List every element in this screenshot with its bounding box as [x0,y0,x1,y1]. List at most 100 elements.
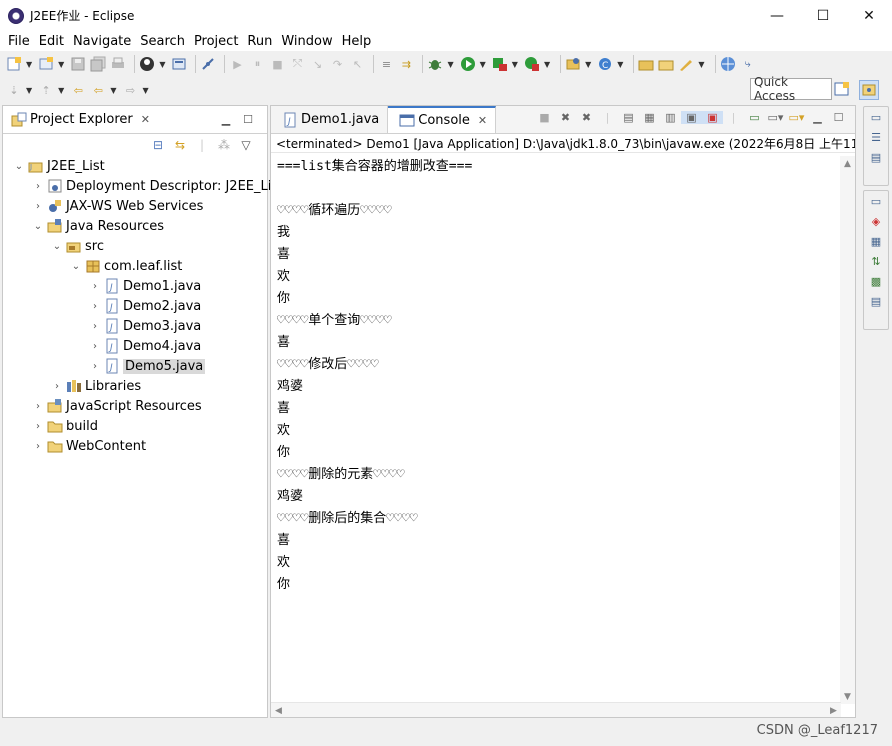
back-icon[interactable]: ⇦ [90,82,106,98]
tree-item[interactable]: ⌄ J J2EE_List [3,156,267,176]
debug-icon[interactable] [427,56,443,72]
chevron-down-icon[interactable]: ▼ [142,86,148,95]
next-annotation-icon[interactable]: ⇣ [6,82,22,98]
forward-icon[interactable]: ⇨ [122,82,138,98]
last-edit-location-icon[interactable]: ⇦ [70,82,86,98]
horizontal-scrollbar[interactable]: ◀ ▶ [271,702,841,717]
menu-run[interactable]: Run [243,34,276,49]
vertical-scrollbar[interactable]: ▲ ▼ [840,156,855,704]
chevron-right-icon[interactable]: › [89,341,101,352]
step-into-icon[interactable]: ↘ [309,56,325,72]
terminate-icon[interactable]: ■ [269,56,285,72]
chevron-right-icon[interactable]: › [32,181,44,192]
chevron-right-icon[interactable]: › [32,401,44,412]
chevron-down-icon[interactable]: ▼ [698,60,704,69]
chevron-right-icon[interactable]: › [89,281,101,292]
scroll-right-icon[interactable]: ▶ [826,703,841,718]
new-java-project-icon[interactable] [565,56,581,72]
tree-item[interactable]: ⌄ src [3,236,267,256]
close-icon[interactable]: ✕ [478,114,487,127]
tree-item[interactable]: ⌄ Java Resources [3,216,267,236]
menu-file[interactable]: File [4,34,34,49]
menu-navigate[interactable]: Navigate [69,34,135,49]
new-icon[interactable] [6,56,22,72]
clear-console-icon[interactable]: ▤ [618,111,639,124]
chevron-down-icon[interactable]: ▼ [617,60,623,69]
minimize-button[interactable]: — [754,0,800,31]
remove-all-terminated-icon[interactable]: ✖ [576,111,597,124]
maximize-view-icon[interactable]: ☐ [828,111,849,124]
chevron-down-icon[interactable]: ▼ [480,60,486,69]
tree-item[interactable]: › build [3,416,267,436]
open-perspective-icon[interactable] [171,56,187,72]
menu-project[interactable]: Project [190,34,242,49]
browser-icon[interactable] [720,56,736,72]
view-menu-icon[interactable]: ▽ [235,138,257,152]
chevron-down-icon[interactable]: ▼ [544,60,550,69]
tab-demo1-java[interactable]: J Demo1.java [271,106,389,133]
chevron-down-icon[interactable]: ▼ [58,60,64,69]
tree-item[interactable]: › WebContent [3,436,267,456]
chevron-right-icon[interactable]: › [89,361,101,372]
use-step-filters-icon[interactable]: ⇉ [398,56,414,72]
chevron-down-icon[interactable]: ▼ [26,86,32,95]
chevron-right-icon[interactable]: › [89,321,101,332]
search-marker-icon[interactable]: ⤷ [740,56,756,72]
minimize-view-icon[interactable]: ▁ [807,111,828,124]
scroll-up-icon[interactable]: ▲ [840,156,855,171]
link-with-editor-icon[interactable]: ⇆ [169,138,191,152]
filters-icon[interactable]: ⁂ [213,138,235,152]
tree-item[interactable]: ⌄ com.leaf.list [3,256,267,276]
suspend-icon[interactable]: ⏸ [249,56,265,72]
print-icon[interactable] [110,56,126,72]
tree-item[interactable]: › Deployment Descriptor: J2EE_List [3,176,283,196]
chevron-down-icon[interactable]: ▼ [159,60,165,69]
tree-item[interactable]: › Libraries [3,376,267,396]
run-icon[interactable] [460,56,476,72]
tree-item[interactable]: › JAX-WS Web Services [3,196,267,216]
restore-icon[interactable]: ▭ [867,107,885,127]
restore-icon[interactable]: ▭ [867,191,885,211]
collapse-all-icon[interactable]: ⊟ [147,138,169,152]
chevron-down-icon[interactable]: ⌄ [13,161,25,172]
tree-item[interactable]: › J Demo2.java [3,296,267,316]
user-icon[interactable] [139,56,155,72]
menu-edit[interactable]: Edit [35,34,68,49]
chevron-right-icon[interactable]: › [89,301,101,312]
chevron-down-icon[interactable]: ▼ [512,60,518,69]
new-server-icon[interactable] [38,56,54,72]
step-return-icon[interactable]: ↖ [349,56,365,72]
open-console-icon[interactable]: ▭▾ [786,111,807,124]
chevron-down-icon[interactable]: ▼ [447,60,453,69]
word-wrap-icon[interactable]: ▥ [660,111,681,124]
chevron-right-icon[interactable]: › [32,201,44,212]
close-icon[interactable]: ✕ [141,113,150,126]
tree-item[interactable]: › J Demo3.java [3,316,267,336]
previous-annotation-icon[interactable]: ⇡ [38,82,54,98]
show-console-stdout-icon[interactable]: ▣ [681,111,702,124]
tree-item[interactable]: › J Demo5.java [3,356,267,376]
properties-icon[interactable]: ▦ [867,231,885,251]
chevron-right-icon[interactable]: › [32,441,44,452]
maximize-button[interactable]: ☐ [800,0,846,31]
data-source-icon[interactable]: ▩ [867,271,885,291]
chevron-down-icon[interactable]: ▼ [585,60,591,69]
java-ee-perspective-icon[interactable] [859,80,879,100]
maximize-view-icon[interactable]: ☐ [237,113,259,126]
chevron-down-icon[interactable]: ⌄ [70,261,82,272]
external-tools-icon[interactable] [524,56,540,72]
scroll-down-icon[interactable]: ▼ [840,689,855,704]
chevron-down-icon[interactable]: ▼ [110,86,116,95]
menu-window[interactable]: Window [277,34,336,49]
chevron-right-icon[interactable]: › [32,421,44,432]
new-class-icon[interactable]: C [597,56,613,72]
minimize-view-icon[interactable]: ▁ [215,113,237,126]
resume-icon[interactable]: ▶ [229,56,245,72]
chevron-down-icon[interactable]: ⌄ [51,241,63,252]
close-button[interactable]: ✕ [846,0,892,31]
terminate-icon[interactable]: ■ [534,111,555,124]
open-type-icon[interactable] [638,56,654,72]
chevron-down-icon[interactable]: ▼ [58,86,64,95]
console-output[interactable]: ===list集合容器的增删改查=== ♡♡♡♡循环遍历♡♡♡♡ 我喜欢你 ♡♡♡♡单… [277,156,837,596]
save-all-icon[interactable] [90,56,106,72]
